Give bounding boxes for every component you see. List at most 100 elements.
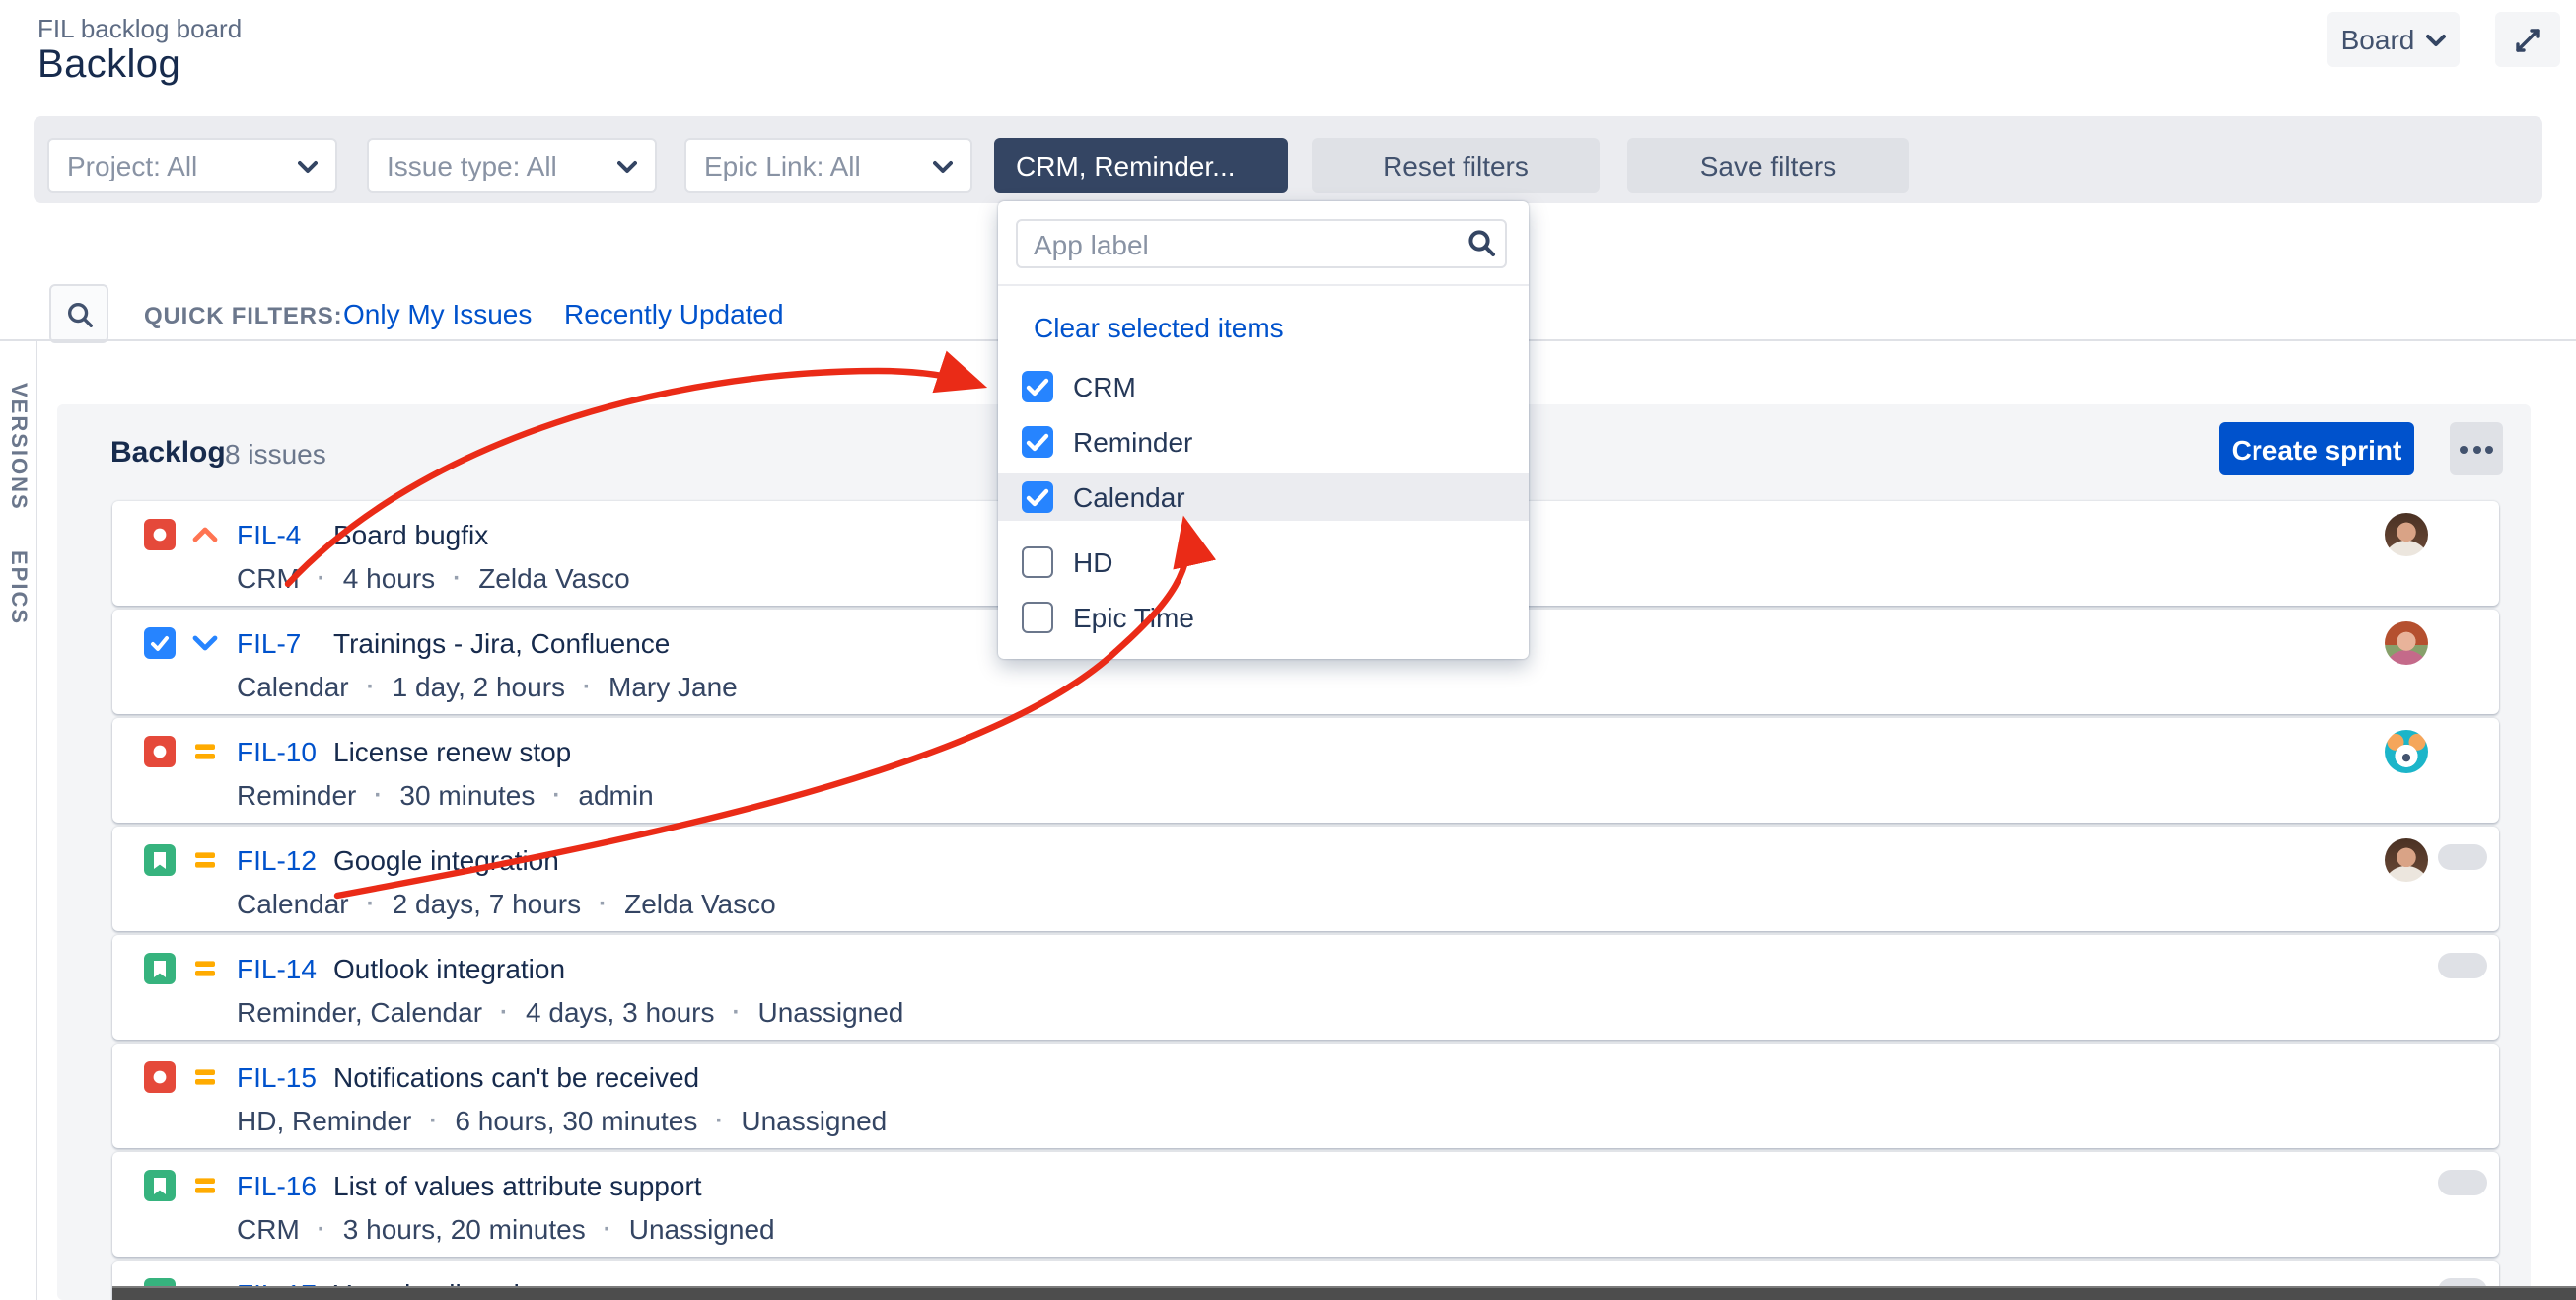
task-icon bbox=[144, 627, 176, 659]
rail-item-epics[interactable]: EPICS bbox=[6, 550, 30, 625]
issue-assignee: Zelda Vasco bbox=[624, 888, 776, 919]
issue-title: Notifications can't be received bbox=[333, 1061, 699, 1093]
checkbox-unchecked-icon[interactable] bbox=[1022, 602, 1053, 633]
dropdown-option-hd[interactable]: HD bbox=[998, 538, 1529, 585]
issue-key[interactable]: FIL-10 bbox=[237, 736, 317, 767]
save-filters-button[interactable]: Save filters bbox=[1627, 138, 1909, 193]
issue-card-fil-10[interactable]: FIL-10License renew stopReminder·30 minu… bbox=[112, 718, 2499, 823]
dropdown-option-label: Calendar bbox=[1073, 481, 1185, 513]
issue-key[interactable]: FIL-15 bbox=[237, 1061, 317, 1093]
issue-estimate: 6 hours, 30 minutes bbox=[455, 1105, 697, 1136]
assignee-avatar-dog[interactable] bbox=[2385, 730, 2428, 773]
search-icon bbox=[1466, 227, 1497, 268]
assignee-avatar-woman-brunette[interactable] bbox=[2385, 838, 2428, 882]
issue-type-filter-value: Issue type: All bbox=[387, 150, 557, 181]
app-label-search-input[interactable] bbox=[1016, 219, 1507, 268]
checkbox-checked-icon[interactable] bbox=[1022, 425, 1053, 457]
backlog-section-title[interactable]: Backlog bbox=[110, 436, 226, 469]
dropdown-option-epic-time[interactable]: Epic Time bbox=[998, 594, 1529, 641]
clear-selected-items-link[interactable]: Clear selected items bbox=[1034, 312, 1284, 343]
issue-meta: Reminder·30 minutes·admin bbox=[237, 779, 654, 811]
priority-medium-icon bbox=[189, 1170, 221, 1201]
left-rail: VERSIONS EPICS bbox=[0, 341, 37, 1300]
screenshot-viewport: FIL backlog board Backlog Board Project:… bbox=[0, 0, 2576, 1300]
issue-card-fil-16[interactable]: FIL-16List of values attribute supportCR… bbox=[112, 1152, 2499, 1257]
checkbox-unchecked-icon[interactable] bbox=[1022, 545, 1053, 577]
issue-labels: Reminder, Calendar bbox=[237, 996, 482, 1028]
reset-filters-button[interactable]: Reset filters bbox=[1312, 138, 1600, 193]
issue-assignee: Zelda Vasco bbox=[478, 562, 630, 594]
more-dot bbox=[2460, 445, 2468, 453]
expand-board-button[interactable] bbox=[2495, 12, 2560, 67]
estimate-pill bbox=[2438, 844, 2487, 870]
separator-dot: · bbox=[318, 1215, 325, 1243]
separator-dot: · bbox=[604, 1215, 611, 1243]
separator-dot: · bbox=[374, 781, 382, 809]
backlog-search-button[interactable] bbox=[49, 284, 108, 343]
dropdown-option-crm[interactable]: CRM bbox=[998, 362, 1529, 409]
checkbox-checked-icon[interactable] bbox=[1022, 481, 1053, 513]
app-label-filter-button[interactable]: CRM, Reminder... bbox=[994, 138, 1288, 193]
quick-filter-only-my-issues[interactable]: Only My Issues bbox=[343, 298, 532, 329]
issue-title: Trainings - Jira, Confluence bbox=[333, 627, 670, 659]
chevron-down-icon bbox=[933, 159, 953, 173]
priority-medium-icon bbox=[189, 953, 221, 984]
quick-filter-recently-updated[interactable]: Recently Updated bbox=[564, 298, 784, 329]
project-filter-select[interactable]: Project: All bbox=[47, 138, 337, 193]
priority-low-icon bbox=[189, 627, 221, 659]
story-icon bbox=[144, 953, 176, 984]
issue-key[interactable]: FIL-16 bbox=[237, 1170, 317, 1201]
board-switcher-button[interactable]: Board bbox=[2327, 12, 2460, 67]
separator-dot: · bbox=[367, 673, 375, 700]
epic-link-filter-value: Epic Link: All bbox=[704, 150, 861, 181]
search-icon bbox=[64, 299, 94, 328]
issue-labels: CRM bbox=[237, 1213, 300, 1245]
breadcrumb[interactable]: FIL backlog board bbox=[37, 14, 242, 43]
issue-key[interactable]: FIL-7 bbox=[237, 627, 301, 659]
issue-assignee: Mary Jane bbox=[608, 671, 738, 702]
chevron-down-icon bbox=[2426, 33, 2446, 46]
estimate-pill bbox=[2438, 1170, 2487, 1195]
more-actions-button[interactable] bbox=[2450, 422, 2503, 475]
issue-estimate: 30 minutes bbox=[399, 779, 535, 811]
checkbox-checked-icon[interactable] bbox=[1022, 370, 1053, 401]
dropdown-option-label: CRM bbox=[1073, 370, 1136, 401]
issue-key[interactable]: FIL-14 bbox=[237, 953, 317, 984]
separator-dot: · bbox=[429, 1107, 437, 1134]
assignee-avatar-woman-redhead[interactable] bbox=[2385, 621, 2428, 665]
jira-backlog-screen: FIL backlog board Backlog Board Project:… bbox=[0, 0, 2576, 1300]
issue-estimate: 4 hours bbox=[343, 562, 435, 594]
issue-estimate: 1 day, 2 hours bbox=[393, 671, 565, 702]
issue-card-fil-14[interactable]: FIL-14Outlook integrationReminder, Calen… bbox=[112, 935, 2499, 1040]
chevron-down-icon bbox=[298, 159, 318, 173]
separator-dot: · bbox=[599, 890, 607, 917]
epic-link-filter-select[interactable]: Epic Link: All bbox=[684, 138, 972, 193]
bug-icon bbox=[144, 1061, 176, 1093]
issue-estimate: 3 hours, 20 minutes bbox=[343, 1213, 586, 1245]
assignee-avatar-woman-brunette[interactable] bbox=[2385, 513, 2428, 556]
horizontal-scrollbar[interactable] bbox=[112, 1286, 2576, 1300]
issue-type-filter-select[interactable]: Issue type: All bbox=[367, 138, 657, 193]
issue-key[interactable]: FIL-4 bbox=[237, 519, 301, 550]
priority-medium-icon bbox=[189, 844, 221, 876]
issue-estimate: 2 days, 7 hours bbox=[393, 888, 581, 919]
chevron-down-icon bbox=[617, 159, 637, 173]
separator-dot: · bbox=[583, 673, 591, 700]
create-sprint-button[interactable]: Create sprint bbox=[2219, 422, 2414, 475]
app-label-dropdown: Clear selected items CRM Reminder Calendar… bbox=[998, 201, 1529, 659]
priority-medium-icon bbox=[189, 736, 221, 767]
issue-card-fil-12[interactable]: FIL-12Google integrationCalendar·2 days,… bbox=[112, 827, 2499, 931]
backlog-issue-count: 8 issues bbox=[225, 438, 326, 469]
issue-meta: CRM·3 hours, 20 minutes·Unassigned bbox=[237, 1213, 775, 1245]
issue-labels: Calendar bbox=[237, 671, 349, 702]
dropdown-option-calendar[interactable]: Calendar bbox=[998, 473, 1529, 521]
bug-icon bbox=[144, 736, 176, 767]
priority-high-icon bbox=[189, 519, 221, 550]
quick-filters-label: QUICK FILTERS: bbox=[144, 302, 342, 329]
issue-card-fil-15[interactable]: FIL-15Notifications can't be receivedHD,… bbox=[112, 1044, 2499, 1148]
issue-key[interactable]: FIL-12 bbox=[237, 844, 317, 876]
estimate-pill bbox=[2438, 953, 2487, 978]
rail-item-versions[interactable]: VERSIONS bbox=[6, 383, 30, 511]
dropdown-option-reminder[interactable]: Reminder bbox=[998, 417, 1529, 465]
dropdown-option-label: HD bbox=[1073, 545, 1112, 577]
